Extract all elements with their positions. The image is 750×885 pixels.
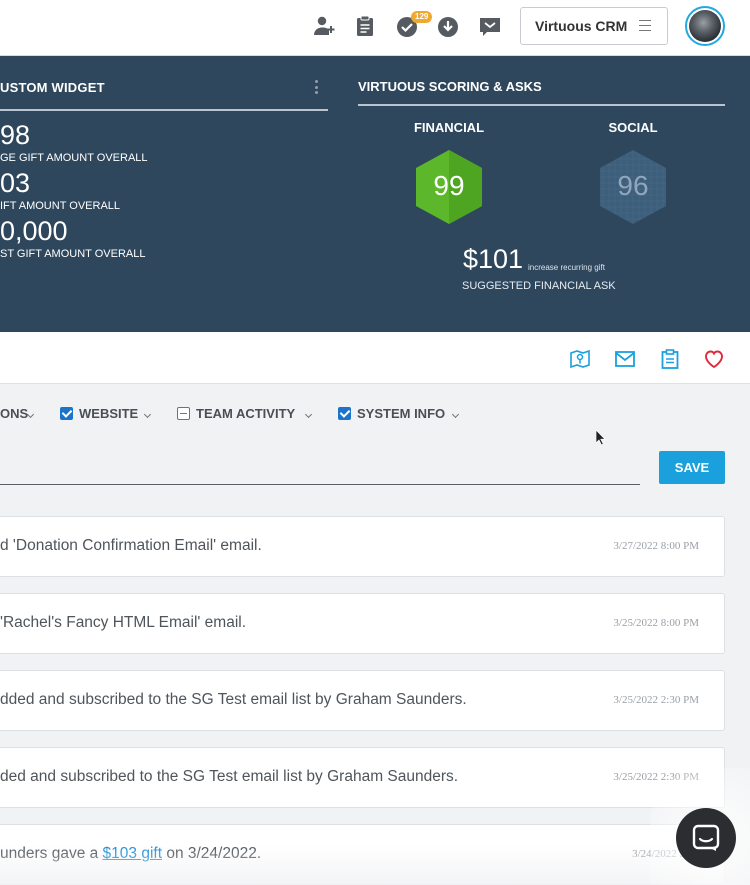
gift-link[interactable]: $103 gift: [103, 845, 162, 862]
clipboard-icon[interactable]: [353, 14, 377, 38]
social-score: 96: [617, 170, 649, 201]
timeline-text-part: unders gave a: [0, 845, 103, 862]
clipboard-icon[interactable]: [659, 348, 681, 370]
timeline-text-part: on 3/24/2022.: [162, 845, 262, 862]
menu-icon: [639, 20, 651, 31]
financial-label: FINANCIAL: [413, 120, 485, 135]
timeline-filters: ONS WEBSITE TEAM ACTIVITY SYSTEM INFO: [0, 400, 750, 428]
chevron-down-icon[interactable]: [304, 410, 313, 419]
heart-icon[interactable]: [703, 348, 725, 370]
timeline-date: 3/25/2022 8:00 PM: [613, 617, 699, 629]
stat-label: IFT AMOUNT OVERALL: [0, 200, 121, 212]
stat-label: GE GIFT AMOUNT OVERALL: [0, 152, 148, 164]
timeline-text: unders gave a $103 gift on 3/24/2022.: [0, 845, 261, 863]
filter-label-system-info[interactable]: SYSTEM INFO: [357, 406, 445, 421]
filter-checkbox-system-info[interactable]: [338, 407, 351, 420]
timeline-item: d 'Donation Confirmation Email' email. 3…: [0, 516, 725, 577]
suggested-ask-amount: $101: [463, 244, 524, 274]
kebab-menu-icon[interactable]: [315, 80, 319, 96]
action-row: [0, 332, 750, 384]
email-icon[interactable]: [614, 348, 636, 370]
timeline-text: d 'Donation Confirmation Email' email.: [0, 537, 262, 554]
social-label: SOCIAL: [608, 120, 658, 135]
filter-checkbox-website[interactable]: [60, 407, 73, 420]
timeline-item: ded and subscribed to the SG Test email …: [0, 747, 725, 808]
mouse-cursor-icon: [596, 430, 606, 446]
timeline-date: 3/25/2022 2:30 PM: [613, 694, 699, 706]
stat-value: 03: [0, 168, 31, 198]
divider: [0, 109, 328, 111]
timeline-text: ded and subscribed to the SG Test email …: [0, 768, 459, 785]
stat-value: 0,000: [0, 216, 68, 246]
chat-icon: [692, 824, 720, 851]
donor-summary-panel: USTOM WIDGET 98 GE GIFT AMOUNT OVERALL 0…: [0, 56, 750, 332]
save-button[interactable]: SAVE: [659, 451, 725, 484]
filter-label-website[interactable]: WEBSITE: [79, 406, 138, 421]
timeline-item: 'Rachel's Fancy HTML Email' email. 3/25/…: [0, 593, 725, 654]
social-score-hexagon[interactable]: 96: [600, 150, 666, 224]
note-input[interactable]: [0, 484, 640, 485]
top-bar: 129 Virtuous CRM: [0, 0, 750, 56]
map-icon[interactable]: [569, 348, 591, 370]
timeline-item: unders gave a $103 gift on 3/24/2022. 3/…: [0, 824, 725, 885]
avatar[interactable]: [685, 6, 725, 46]
suggested-ask-note: increase recurring gift: [528, 263, 605, 272]
stat-value: 98: [0, 120, 31, 150]
stat-label: ST GIFT AMOUNT OVERALL: [0, 248, 146, 260]
chevron-down-icon[interactable]: [451, 410, 460, 419]
chevron-down-icon[interactable]: [143, 410, 152, 419]
chat-launcher-button[interactable]: [676, 808, 736, 868]
custom-widget-title: USTOM WIDGET: [0, 80, 105, 95]
timeline-item: dded and subscribed to the SG Test email…: [0, 670, 725, 731]
divider: [358, 104, 725, 106]
filter-label-team-activity[interactable]: TEAM ACTIVITY: [196, 406, 295, 421]
inbox-icon[interactable]: [478, 14, 502, 38]
financial-score: 99: [433, 170, 465, 201]
financial-score-hexagon[interactable]: 99: [416, 150, 482, 224]
add-user-icon[interactable]: [312, 14, 336, 38]
filter-label[interactable]: ONS: [0, 406, 28, 421]
tasks-badge: 129: [411, 11, 433, 23]
filter-checkbox-team-activity[interactable]: [177, 407, 190, 420]
timeline-date: 3/27/2022 8:00 PM: [613, 540, 699, 552]
timeline-text: dded and subscribed to the SG Test email…: [0, 691, 467, 708]
suggested-ask-label: SUGGESTED FINANCIAL ASK: [462, 280, 616, 292]
scoring-title: VIRTUOUS SCORING & ASKS: [358, 79, 542, 94]
download-icon[interactable]: [436, 14, 460, 38]
crm-switcher-label: Virtuous CRM: [535, 18, 628, 34]
crm-switcher-button[interactable]: Virtuous CRM: [520, 7, 668, 45]
timeline-text: 'Rachel's Fancy HTML Email' email.: [0, 614, 247, 631]
